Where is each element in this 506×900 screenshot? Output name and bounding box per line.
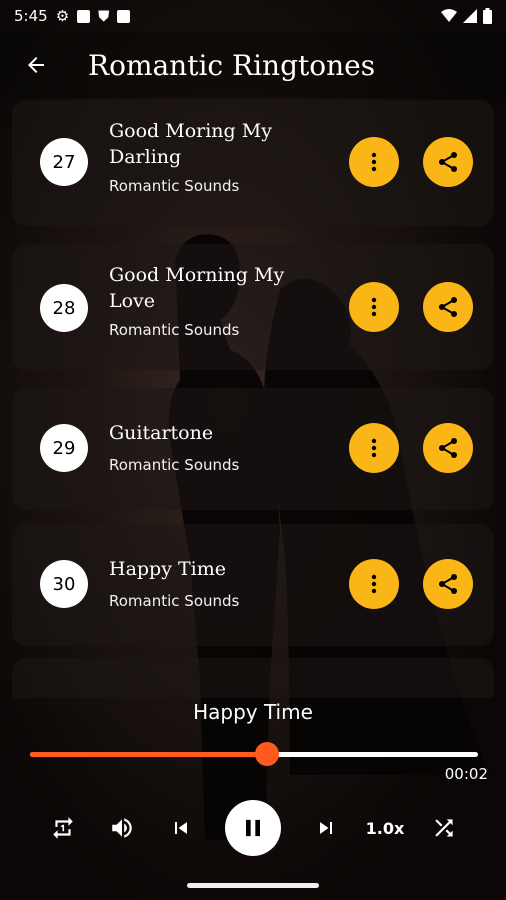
share-button[interactable] [423,559,473,609]
settings-icon: ⚙ [55,7,70,25]
share-icon [439,574,457,594]
share-button[interactable] [423,137,473,187]
battery-icon [483,8,492,24]
sd-card-icon [117,9,131,23]
list-item[interactable]: 30 Happy Time Romantic Sounds [12,524,494,646]
share-button[interactable] [423,423,473,473]
wifi-icon [441,9,457,22]
page-title: Romantic Ringtones [88,48,376,82]
more-vertical-icon [371,297,377,317]
notification-icon [77,9,91,23]
ringtone-artist: Romantic Sounds [109,321,240,339]
arrow-left-icon [28,57,44,73]
more-button[interactable] [349,559,399,609]
track-number: 30 [40,560,88,608]
more-vertical-icon [371,574,377,594]
back-button[interactable] [18,47,54,83]
more-vertical-icon [371,152,377,172]
share-button[interactable] [423,282,473,332]
next-button[interactable] [313,800,339,856]
home-indicator [187,883,319,888]
ringtone-name: Happy Time [109,558,227,580]
now-playing-title: Happy Time [193,700,313,724]
ringtone-artist: Romantic Sounds [109,592,240,610]
player-controls: 1.0x [0,800,506,856]
track-number: 29 [40,424,88,472]
shield-icon: ⛊ [98,7,110,25]
shuffle-button[interactable] [430,800,458,856]
previous-button[interactable] [168,800,194,856]
track-number: 27 [40,138,88,186]
skip-previous-icon [175,822,187,834]
list-item[interactable] [12,658,494,698]
more-button[interactable] [349,137,399,187]
share-icon [439,438,457,458]
shuffle-icon [435,819,453,837]
seek-progress [30,752,268,757]
list-item[interactable]: 28 Good Morning My Love Romantic Sounds [12,244,494,370]
ringtone-name: Good Moring My Darling [109,120,272,168]
repeat-one-icon [53,817,73,839]
list-item[interactable]: 27 Good Moring My Darling Romantic Sound… [12,100,494,226]
more-vertical-icon [371,438,377,458]
more-button[interactable] [349,423,399,473]
skip-next-icon [320,822,332,834]
elapsed-time: 00:02 [444,765,488,783]
pause-icon [246,819,260,837]
ringtone-artist: Romantic Sounds [109,456,240,474]
track-number: 28 [40,284,88,332]
status-bar: 5:45 ⚙ ⛊ [0,0,506,32]
ringtone-artist: Romantic Sounds [109,177,240,195]
list-item[interactable]: 29 Guitartone Romantic Sounds [12,388,494,510]
ringtone-name: Guitartone [109,422,214,444]
signal-icon [463,9,477,23]
volume-button[interactable] [107,800,137,856]
clock: 5:45 [14,7,48,25]
ringtone-name: Good Morning My Love [109,264,285,312]
repeat-button[interactable] [48,800,78,856]
volume-icon [112,818,132,838]
share-icon [439,297,457,317]
pause-button[interactable] [225,800,281,856]
app-bar: Romantic Ringtones [0,32,506,98]
more-button[interactable] [349,282,399,332]
share-icon [439,152,457,172]
speed-button[interactable]: 1.0x [366,800,405,856]
seek-bar[interactable] [30,742,478,766]
